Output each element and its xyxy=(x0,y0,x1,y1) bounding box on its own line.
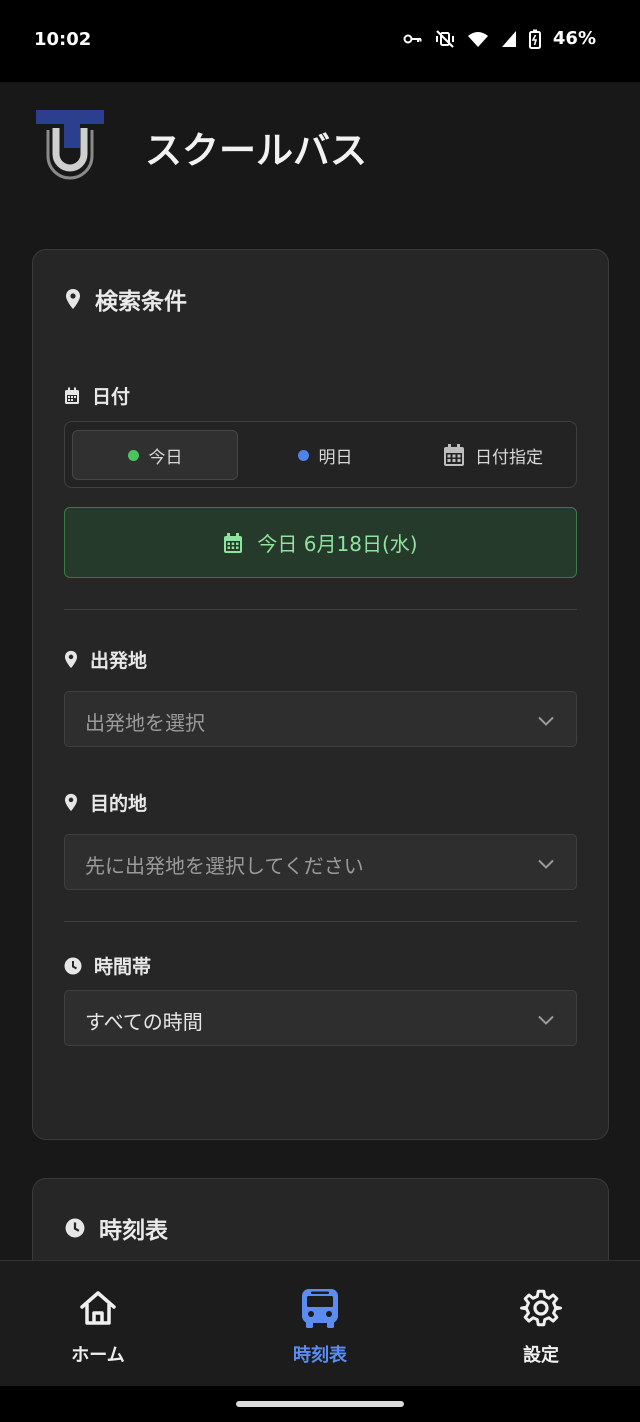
gear-icon xyxy=(520,1287,563,1329)
location-pin-icon xyxy=(65,288,81,310)
clock-icon xyxy=(65,1218,85,1238)
green-dot-icon xyxy=(127,449,139,461)
divider xyxy=(64,609,577,610)
chevron-down-icon xyxy=(538,854,554,873)
nav-home[interactable]: ホーム xyxy=(18,1261,178,1387)
destination-placeholder: 先に出発地を選択してください xyxy=(85,854,364,878)
calendar-icon xyxy=(223,532,243,554)
date-option-today[interactable]: 今日 xyxy=(72,430,238,480)
date-section-label: 日付 xyxy=(64,382,130,409)
clock-icon xyxy=(64,957,82,975)
date-label-text: 日付 xyxy=(92,386,131,408)
gesture-area xyxy=(0,1386,640,1422)
bus-icon xyxy=(299,1287,341,1329)
timetable-title: 時刻表 xyxy=(99,1218,168,1244)
selected-date-text: 今日 6月18日(水) xyxy=(257,532,418,556)
timetable-heading: 時刻表 xyxy=(65,1211,168,1245)
app-header: スクールバス xyxy=(0,82,640,232)
chevron-down-icon xyxy=(538,711,554,730)
battery-icon xyxy=(528,29,541,49)
search-conditions-title: 検索条件 xyxy=(95,289,187,315)
nav-home-label: ホーム xyxy=(71,1345,125,1366)
departure-select[interactable]: 出発地を選択 xyxy=(64,691,577,747)
nav-timetable-label: 時刻表 xyxy=(293,1345,347,1366)
divider xyxy=(64,921,577,922)
chevron-down-icon xyxy=(538,1010,554,1029)
time-band-label: 時間帯 xyxy=(64,952,151,979)
date-option-tomorrow-label: 明日 xyxy=(318,447,353,468)
date-option-today-label: 今日 xyxy=(148,447,183,468)
status-time: 10:02 xyxy=(34,29,92,50)
time-band-value: すべての時間 xyxy=(85,1010,203,1034)
battery-percent: 46% xyxy=(552,28,596,49)
signal-icon xyxy=(501,30,517,48)
bottom-navigation: ホーム 時刻表 設定 xyxy=(0,1260,640,1386)
search-conditions-heading: 検索条件 xyxy=(65,282,187,316)
blue-dot-icon xyxy=(297,449,309,461)
time-band-select[interactable]: すべての時間 xyxy=(64,990,577,1046)
calendar-icon xyxy=(64,387,80,405)
mute-vibrate-icon xyxy=(435,29,455,48)
selected-date-banner: 今日 6月18日(水) xyxy=(64,507,577,578)
location-pin-icon xyxy=(64,650,78,669)
nav-timetable[interactable]: 時刻表 xyxy=(240,1261,400,1387)
key-icon xyxy=(403,32,423,46)
departure-label: 出発地 xyxy=(64,646,147,673)
home-icon xyxy=(77,1287,119,1329)
date-option-tomorrow[interactable]: 明日 xyxy=(242,430,408,480)
destination-select[interactable]: 先に出発地を選択してください xyxy=(64,834,577,890)
time-band-label-text: 時間帯 xyxy=(94,956,152,978)
departure-placeholder: 出発地を選択 xyxy=(85,711,205,735)
departure-label-text: 出発地 xyxy=(90,650,148,672)
date-segmented-control: 今日 明日 日付指定 xyxy=(64,421,577,488)
status-icons: 46% xyxy=(403,28,596,49)
wifi-icon xyxy=(467,30,489,48)
gesture-handle[interactable] xyxy=(236,1401,404,1407)
date-option-custom-label: 日付指定 xyxy=(475,447,543,468)
nav-settings-label: 設定 xyxy=(523,1345,559,1366)
destination-label-text: 目的地 xyxy=(90,793,148,815)
calendar-icon xyxy=(443,443,465,467)
search-conditions-card: 検索条件 日付 今日 明日 日付指定 今日 6月18日(水) 出発地 出発地を選… xyxy=(32,249,609,1140)
status-bar: 10:02 46% xyxy=(0,0,640,82)
location-pin-icon xyxy=(64,793,78,812)
nav-settings[interactable]: 設定 xyxy=(461,1261,621,1387)
app-title: スクールバス xyxy=(145,129,367,172)
date-option-custom[interactable]: 日付指定 xyxy=(410,430,576,480)
destination-label: 目的地 xyxy=(64,789,147,816)
app-logo xyxy=(34,108,106,180)
